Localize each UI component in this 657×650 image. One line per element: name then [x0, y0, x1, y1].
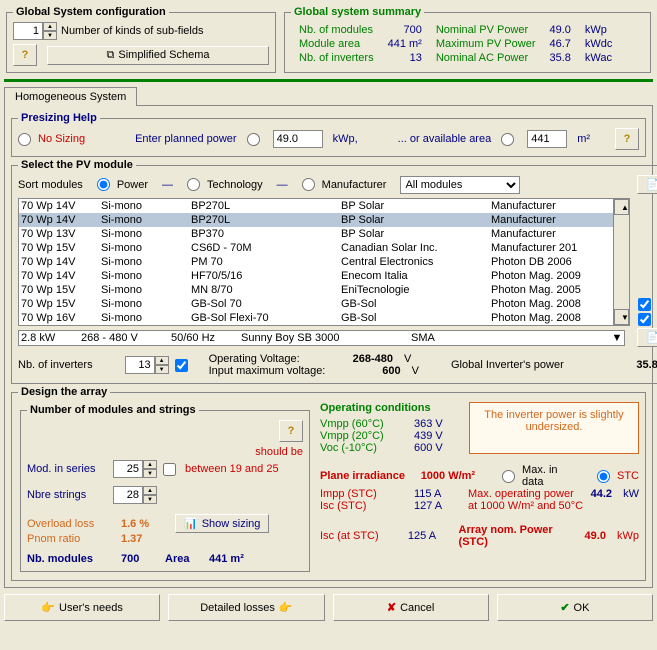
power-input[interactable]: [273, 130, 323, 148]
or-area-label: ... or available area: [398, 133, 492, 145]
hand-icon: 👉: [41, 601, 55, 614]
opcond-label: Operating conditions: [320, 402, 461, 414]
enter-power-label: Enter planned power: [135, 133, 237, 145]
global-config-legend: Global System configuration: [13, 6, 169, 18]
list-row-selected[interactable]: 70 Wp 14VSi-monoBP270LBP SolarManufactur…: [19, 213, 613, 227]
area-input[interactable]: [527, 130, 567, 148]
simplified-schema-button[interactable]: ⧉ Simplified Schema: [47, 46, 269, 65]
inverter-warning: The inverter power is slightly undersize…: [469, 402, 639, 454]
inv-check[interactable]: [175, 359, 188, 372]
nms-help-button[interactable]: ?: [279, 420, 303, 442]
help-button[interactable]: ?: [13, 44, 37, 66]
hz50-check[interactable]: 50 Hz: [638, 298, 657, 311]
presizing-legend: Presizing Help: [18, 112, 100, 124]
subfields-stepper[interactable]: ▲▼: [13, 22, 57, 40]
list-row[interactable]: 70 Wp 15VSi-monoMN 8/70EniTecnologiePhot…: [19, 283, 613, 297]
detailed-losses-button[interactable]: Detailed losses👉: [168, 594, 324, 621]
cancel-button[interactable]: ✘Cancel: [333, 594, 489, 621]
list-row[interactable]: 70 Wp 13VSi-monoBP370BP SolarManufacture…: [19, 227, 613, 241]
users-needs-button[interactable]: 👉User's needs: [4, 594, 160, 621]
mod-series-stepper[interactable]: ▲▼: [113, 460, 157, 478]
sort-power[interactable]: Power: [97, 178, 148, 191]
module-list[interactable]: 70 Wp 14VSi-monoBP270LBP SolarManufactur…: [18, 198, 630, 326]
scroll-up[interactable]: ▲: [614, 199, 629, 215]
list-scrollbar[interactable]: ▲ ▼: [613, 199, 629, 325]
summary-legend: Global system summary: [291, 6, 424, 18]
nbstr-stepper[interactable]: ▲▼: [113, 486, 157, 504]
spin-up[interactable]: ▲: [43, 22, 57, 31]
no-sizing-radio[interactable]: No Sizing: [18, 133, 85, 146]
power-radio[interactable]: [247, 133, 260, 146]
subfields-label: Number of kinds of sub-fields: [61, 25, 203, 37]
spin-down[interactable]: ▼: [43, 31, 57, 40]
schema-icon: ⧉: [107, 49, 115, 62]
close-icon: ✘: [387, 601, 396, 614]
area-radio[interactable]: [501, 133, 514, 146]
check-icon: ✔: [560, 601, 569, 614]
ok-button[interactable]: ✔OK: [497, 594, 653, 621]
presizing-help-button[interactable]: ?: [615, 128, 639, 150]
tab-homogeneous[interactable]: Homogeneous System: [4, 87, 137, 106]
nb-inv-stepper[interactable]: ▲▼: [125, 356, 169, 374]
show-sizing-button[interactable]: 📊Show sizing: [175, 514, 269, 533]
list-row[interactable]: 70 Wp 14VSi-monoPM 70Central Electronics…: [19, 255, 613, 269]
subfields-input[interactable]: [13, 22, 43, 40]
sort-manuf[interactable]: Manufacturer: [302, 178, 387, 191]
open-inverter-button[interactable]: 📄Open: [637, 328, 657, 347]
open-icon: 📄: [646, 331, 657, 344]
list-row[interactable]: 70 Wp 15VSi-monoGB-Sol 70GB-SolPhoton Ma…: [19, 297, 613, 311]
list-row[interactable]: 70 Wp 16VSi-monoGB-Sol Flexi-70GB-SolPho…: [19, 311, 613, 325]
between-check[interactable]: [163, 463, 176, 476]
nbstr-label: Nbre strings: [27, 489, 107, 501]
mod-series-label: Mod. in series: [27, 463, 107, 475]
divider: [4, 79, 653, 82]
chart-icon: 📊: [184, 517, 198, 530]
list-row[interactable]: 70 Wp 14VSi-monoHF70/5/16Enecom ItaliaPh…: [19, 269, 613, 283]
nb-inv-input[interactable]: [125, 356, 155, 374]
list-header: 70 Wp 14VSi-monoBP270LBP SolarManufactur…: [19, 199, 613, 213]
stc-radio[interactable]: STC: [597, 470, 639, 483]
scroll-down[interactable]: ▼: [614, 309, 629, 325]
open-module-button[interactable]: 📄Open: [637, 175, 657, 194]
hand-icon: 👉: [279, 601, 293, 614]
sort-label: Sort modules: [18, 179, 83, 191]
nms-legend: Number of modules and strings: [27, 404, 199, 416]
dropdown-icon[interactable]: ▼: [611, 332, 622, 344]
nb-inv-label: Nb. of inverters: [18, 359, 93, 371]
module-filter-select[interactable]: All modules: [400, 176, 520, 194]
hz60-check[interactable]: 60 Hz: [638, 313, 657, 326]
summary-table: Nb. of modules700Nominal PV Power49.0kWp…: [291, 22, 620, 66]
maxdata-radio[interactable]: Max. in data: [502, 464, 579, 488]
sort-tech[interactable]: Technology: [187, 178, 263, 191]
pv-legend: Select the PV module: [18, 159, 136, 171]
open-icon: 📄: [646, 178, 657, 191]
design-legend: Design the array: [18, 386, 110, 398]
list-row[interactable]: 70 Wp 15VSi-monoCS6D - 70MCanadian Solar…: [19, 241, 613, 255]
